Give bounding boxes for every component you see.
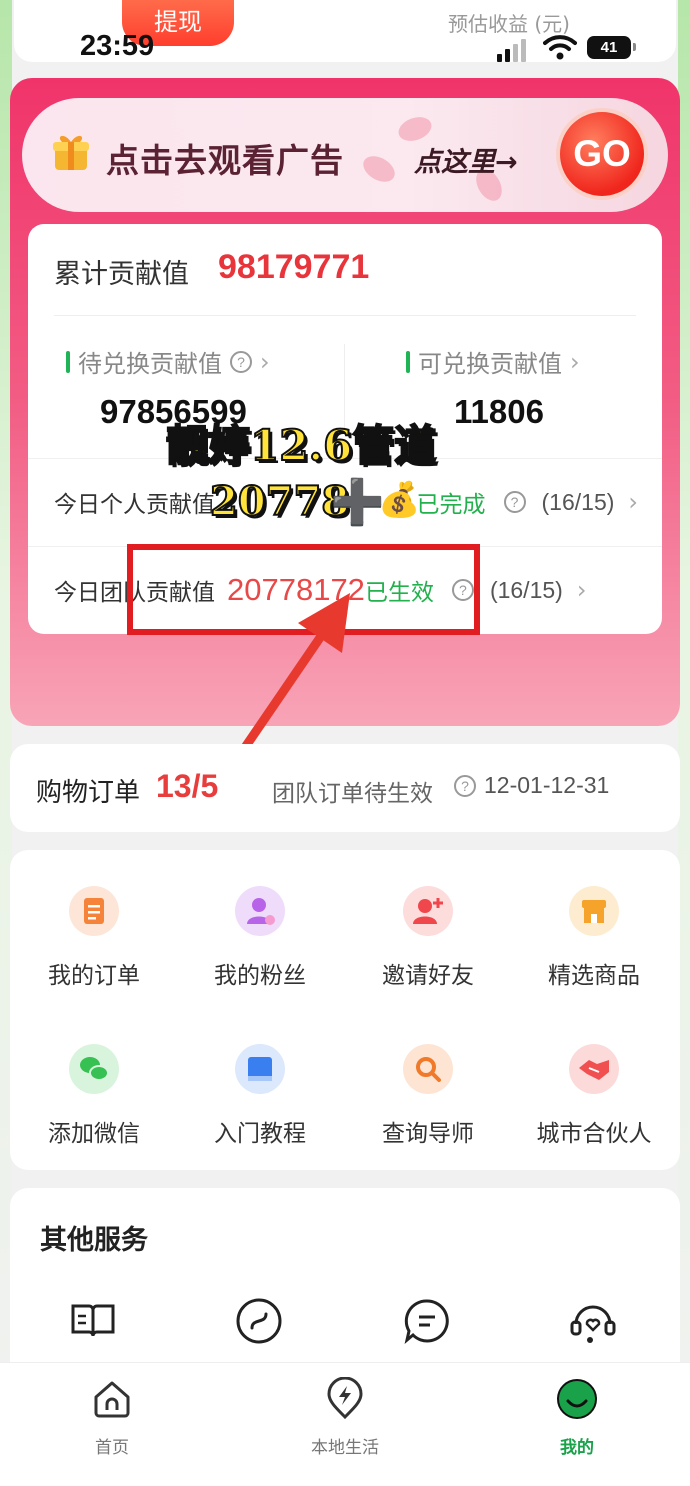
today-team-progress: (16/15) (489, 576, 563, 603)
order-date-range: 12-01-12-31 (484, 772, 610, 798)
overlay-caption: 靓婷12.6管道 (165, 420, 437, 471)
chevron-right-icon: › (628, 488, 638, 516)
store-icon (569, 886, 619, 936)
shopping-orders-count: 13/5 (156, 768, 219, 804)
fans-icon (235, 886, 285, 936)
help-icon[interactable]: ? (454, 774, 476, 797)
profile-icon (557, 1379, 597, 1419)
grid-item-invite-friends[interactable]: 邀请好友 (344, 886, 512, 990)
tab-home[interactable]: 首页 (52, 1377, 172, 1458)
customer-service-icon[interactable] (568, 1296, 618, 1346)
grid-label: 邀请好友 (382, 963, 474, 989)
wechat-icon (69, 1044, 119, 1094)
shopping-orders-card[interactable]: 购物订单 13/5 团队订单待生效 ? 12-01-12-31 (10, 744, 680, 832)
open-book-icon[interactable] (68, 1296, 118, 1346)
click-here-text: 点这里→ (414, 147, 518, 178)
grid-item-tutorial[interactable]: 入门教程 (176, 1044, 344, 1148)
today-personal-label: 今日个人贡献值 (54, 492, 215, 518)
chevron-right-icon: › (570, 347, 580, 376)
tab-label: 首页 (95, 1438, 129, 1458)
accent-bar (66, 350, 70, 373)
chat-bubble-icon[interactable] (402, 1296, 452, 1346)
watch-ad-banner[interactable]: 点击去观看广告 点这里→ GO (22, 98, 668, 212)
battery-tip (633, 43, 636, 51)
tab-label: 我的 (560, 1438, 594, 1458)
help-icon[interactable]: ? (503, 491, 526, 513)
link-circle-icon[interactable] (234, 1296, 284, 1346)
other-services-title: 其他服务 (40, 1225, 148, 1256)
cumulative-contribution-value: 98179771 (218, 248, 370, 286)
grid-label: 城市合伙人 (536, 1121, 652, 1147)
home-icon (94, 1381, 130, 1418)
shopping-orders-label: 购物订单 (36, 778, 141, 808)
handshake-icon (569, 1044, 619, 1094)
redeemable-contribution-value: 11806 (454, 393, 544, 430)
team-orders-pending: 团队订单待生效 (272, 781, 433, 807)
go-button[interactable]: GO (556, 108, 648, 200)
battery-icon: 41 (587, 36, 631, 59)
divider (54, 315, 636, 316)
today-personal-progress: (16/15) (541, 488, 615, 515)
grid-item-my-orders[interactable]: 我的订单 (10, 886, 178, 990)
pending-contribution-label: 待兑换贡献值 (78, 350, 222, 378)
grid-label: 入门教程 (214, 1121, 306, 1147)
grid-item-add-wechat[interactable]: 添加微信 (10, 1044, 178, 1148)
lightning-pin-icon (327, 1376, 363, 1420)
redeemable-contribution-label: 可兑换贡献值 (418, 350, 562, 378)
watch-ad-text: 点击去观看广告 (106, 141, 344, 180)
grid-label: 我的粉丝 (214, 963, 306, 989)
chevron-right-icon: › (260, 347, 270, 376)
wifi-icon (543, 35, 577, 60)
grid-item-selected-goods[interactable]: 精选商品 (510, 886, 678, 990)
grid-label: 添加微信 (48, 1121, 140, 1147)
tab-mine[interactable]: 我的 (517, 1377, 637, 1458)
overlay-plus-icon: ➕ (330, 477, 385, 528)
tab-local-life[interactable]: 本地生活 (285, 1376, 405, 1458)
chevron-right-icon: › (576, 576, 587, 604)
bottom-tab-bar: 首页 本地生活 我的 (0, 1362, 690, 1486)
accent-bar (406, 350, 410, 373)
order-doc-icon (69, 886, 119, 936)
gift-icon (53, 135, 89, 170)
other-services-card: 其他服务 (10, 1188, 680, 1378)
status-time: 23:59 (80, 30, 155, 62)
money-bag-icon: 💰 (378, 480, 421, 520)
help-icon[interactable]: ? (230, 350, 252, 373)
grid-item-city-partner[interactable]: 城市合伙人 (510, 1044, 678, 1148)
cumulative-contribution-label: 累计贡献值 (54, 259, 189, 290)
grid-label: 查询导师 (382, 1121, 474, 1147)
overlay-number: 20778 (209, 477, 350, 526)
tab-label: 本地生活 (311, 1438, 379, 1458)
tutorial-book-icon (235, 1044, 285, 1094)
search-mentor-icon (403, 1044, 453, 1094)
grid-label: 精选商品 (548, 963, 640, 989)
grid-item-my-fans[interactable]: 我的粉丝 (176, 886, 344, 990)
redeemable-contribution[interactable]: 可兑换贡献值 › 11806 (406, 344, 690, 431)
today-personal-status: 已完成 (416, 492, 486, 518)
status-icons: 41 (497, 34, 647, 62)
estimated-income-label: 预估收益 (元) (448, 12, 570, 36)
grid-item-find-mentor[interactable]: 查询导师 (344, 1044, 512, 1148)
invite-friend-icon (403, 886, 453, 936)
grid-label: 我的订单 (48, 963, 140, 989)
function-grid: 我的订单 我的粉丝 邀请好友 精选商品 添加微信 入门教程 查询导师 城市合伙人 (10, 850, 680, 1170)
